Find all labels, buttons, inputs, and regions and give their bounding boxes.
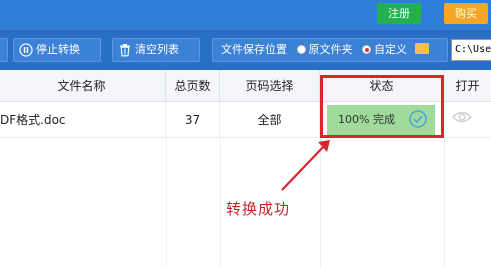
grid-line (220, 138, 221, 267)
toolbar: 停止转换 清空列表 文件保存位置 原文件夹 自定义 C:\User (0, 30, 491, 70)
radio-custom-label: 自定义 (374, 43, 407, 56)
stop-convert-label: 停止转换 (36, 43, 80, 56)
stop-convert-button[interactable]: 停止转换 (13, 38, 101, 62)
radio-off-icon (296, 45, 306, 54)
header-page-select: 页码选择 (220, 70, 320, 102)
trash-icon (120, 44, 130, 57)
radio-original-folder[interactable]: 原文件夹 (296, 43, 353, 56)
annotation-label: 转换成功 (226, 200, 291, 218)
header-total-pages: 总页数 (166, 70, 220, 102)
radio-on-icon (362, 45, 371, 54)
radio-custom-folder[interactable]: 自定义 (362, 43, 407, 56)
clear-list-label: 清空列表 (135, 43, 179, 56)
register-button[interactable]: 注册 (377, 3, 421, 24)
radio-original-label: 原文件夹 (308, 43, 353, 56)
clear-list-button[interactable]: 清空列表 (112, 38, 200, 62)
eye-icon[interactable] (452, 110, 472, 124)
file-name-cell: DF格式.doc (0, 102, 166, 138)
save-location-group: 文件保存位置 原文件夹 自定义 (212, 38, 448, 62)
buy-button[interactable]: 购买 (444, 3, 488, 24)
pause-icon (19, 43, 33, 57)
annotation-arrow (281, 140, 330, 191)
save-location-label: 文件保存位置 (221, 43, 287, 56)
folder-icon[interactable] (414, 43, 429, 54)
header-file-name: 文件名称 (0, 70, 166, 102)
grid-line (444, 138, 445, 267)
status-highlight-box (320, 75, 444, 138)
total-pages-cell: 37 (166, 102, 220, 138)
toolbar-partial-button[interactable] (0, 38, 8, 62)
title-bar: 注册 购买 (0, 0, 491, 30)
header-open: 打开 (455, 79, 480, 93)
save-path-input[interactable]: C:\User (451, 39, 491, 61)
grid-line (166, 138, 167, 267)
